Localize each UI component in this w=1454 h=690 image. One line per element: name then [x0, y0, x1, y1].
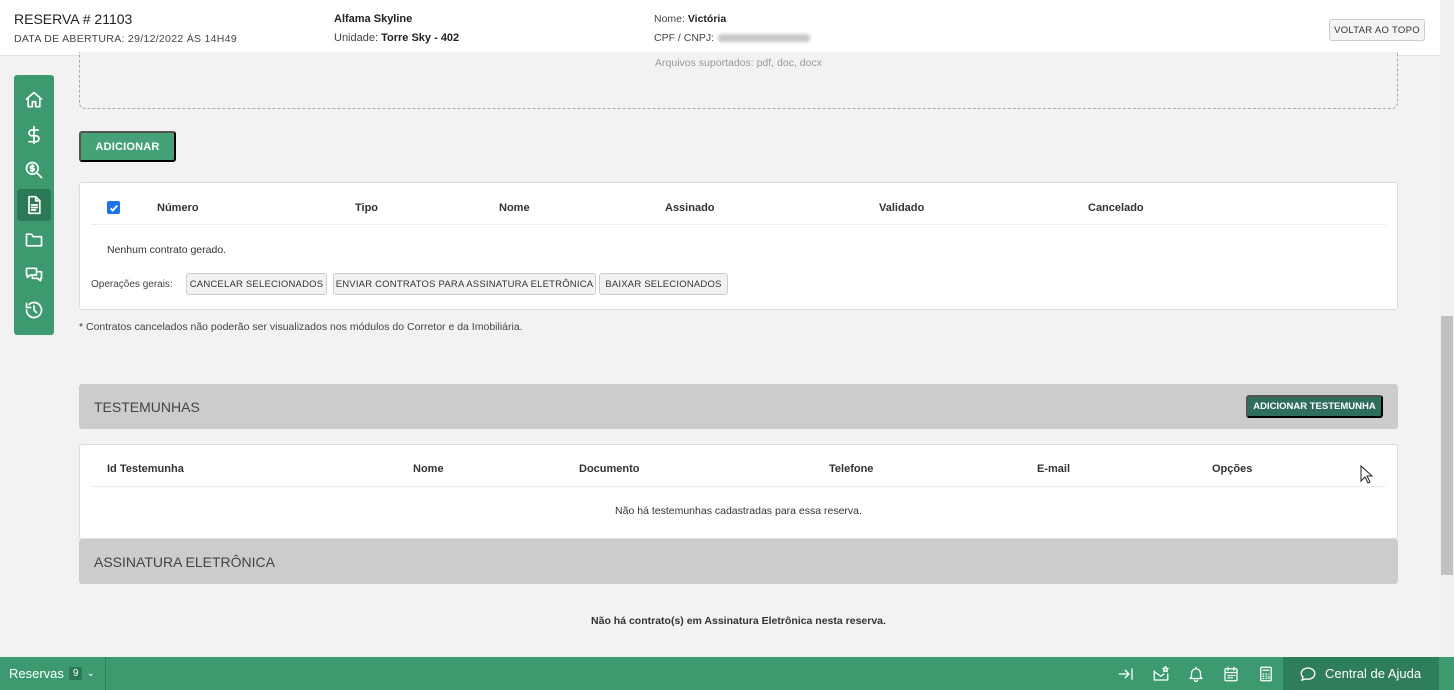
reservas-dropdown[interactable]: Reservas 9 ⌄	[0, 657, 106, 690]
cpf-redacted	[718, 34, 811, 43]
back-to-top-button[interactable]: VOLTAR AO TOPO	[1329, 19, 1425, 41]
reservation-title: RESERVA # 21103	[14, 11, 133, 27]
help-center-button[interactable]: Central de Ajuda	[1283, 657, 1439, 690]
witnesses-empty-message: Não há testemunhas cadastradas para essa…	[615, 505, 862, 517]
reservas-label: Reservas	[9, 666, 64, 681]
client-name-label: Nome:	[654, 13, 685, 25]
client-name-value: Victória	[687, 13, 727, 25]
column-header-options[interactable]: Opções	[1212, 463, 1252, 475]
send-esign-button[interactable]: ENVIAR CONTRATOS PARA ASSINATURA ELETRÔN…	[333, 273, 596, 295]
add-contract-button[interactable]: ADICIONAR	[79, 131, 176, 162]
download-selected-button[interactable]: BAIXAR SELECIONADOS	[599, 273, 728, 295]
add-witness-button[interactable]: ADICIONAR TESTEMUNHA	[1246, 395, 1383, 418]
search-dollar-icon[interactable]	[17, 154, 51, 186]
history-icon[interactable]	[17, 294, 51, 326]
side-nav	[14, 75, 54, 335]
esign-empty-message: Não há contrato(s) em Assinatura Eletrôn…	[591, 615, 886, 627]
unit-label: Unidade:	[334, 32, 379, 44]
client-cpf: CPF / CNPJ:	[654, 32, 811, 44]
contracts-empty-message: Nenhum contrato gerado.	[107, 244, 227, 256]
chat-icon[interactable]	[17, 259, 51, 291]
column-header-id-witness[interactable]: Id Testemunha	[107, 463, 184, 475]
supported-files-text: Arquivos suportados: pdf, doc, docx	[655, 57, 822, 69]
chevron-down-icon: ⌄	[86, 668, 95, 679]
witnesses-title: TESTEMUNHAS	[94, 399, 200, 415]
collapse-right-icon[interactable]	[1116, 664, 1136, 684]
scrollbar-thumb[interactable]	[1441, 316, 1453, 575]
client-name: Nome: Victória	[654, 13, 726, 25]
cancel-selected-button[interactable]: CANCELAR SELECIONADOS	[186, 273, 327, 295]
header-divider	[92, 486, 1386, 487]
witnesses-section-header: TESTEMUNHAS	[79, 384, 1398, 429]
contracts-note: * Contratos cancelados não poderão ser v…	[79, 321, 523, 333]
contracts-table: Número Tipo Nome Assinado Validado Cance…	[79, 182, 1398, 310]
unit-value: Torre Sky - 402	[381, 32, 460, 44]
calendar-icon[interactable]	[1221, 664, 1241, 684]
document-icon[interactable]	[17, 189, 51, 221]
mail-star-icon[interactable]	[1151, 664, 1171, 684]
column-header-name[interactable]: Nome	[413, 463, 444, 475]
column-header-nome[interactable]: Nome	[499, 202, 530, 214]
esign-section-header: ASSINATURA ELETRÔNICA	[79, 539, 1398, 584]
home-icon[interactable]	[17, 84, 51, 116]
column-header-validado[interactable]: Validado	[879, 202, 924, 214]
chat-bubble-icon	[1300, 666, 1316, 681]
column-header-numero[interactable]: Número	[157, 202, 199, 214]
header-divider	[92, 224, 1386, 225]
dollar-icon[interactable]	[17, 119, 51, 151]
folder-icon[interactable]	[17, 224, 51, 256]
mouse-cursor-icon	[1360, 465, 1374, 484]
esign-title: ASSINATURA ELETRÔNICA	[94, 554, 276, 570]
witnesses-table: Id Testemunha Nome Documento Telefone E-…	[79, 444, 1398, 539]
opening-date: DATA DE ABERTURA: 29/12/2022 ÀS 14H49	[14, 33, 237, 45]
column-header-assinado[interactable]: Assinado	[665, 202, 715, 214]
upload-dropzone[interactable]: Arquivos suportados: pdf, doc, docx	[79, 52, 1398, 109]
select-all-checkbox[interactable]	[107, 201, 120, 214]
unit-info: Unidade: Torre Sky - 402	[334, 32, 459, 44]
bottom-toolbar: Reservas 9 ⌄ Central de Ajuda	[0, 657, 1454, 690]
cpf-label: CPF / CNPJ:	[654, 32, 715, 44]
ops-label: Operações gerais:	[91, 279, 173, 290]
column-header-email[interactable]: E-mail	[1037, 463, 1070, 475]
column-header-tipo[interactable]: Tipo	[355, 202, 378, 214]
column-header-phone[interactable]: Telefone	[829, 463, 873, 475]
column-header-document[interactable]: Documento	[579, 463, 640, 475]
calculator-icon[interactable]	[1256, 664, 1276, 684]
help-center-label: Central de Ajuda	[1325, 666, 1422, 681]
bell-icon[interactable]	[1186, 664, 1206, 684]
enterprise-name: Alfama Skyline	[334, 13, 413, 25]
column-header-cancelado[interactable]: Cancelado	[1088, 202, 1144, 214]
reservas-count-badge: 9	[68, 667, 83, 680]
reservation-header: RESERVA # 21103 DATA DE ABERTURA: 29/12/…	[0, 0, 1440, 56]
